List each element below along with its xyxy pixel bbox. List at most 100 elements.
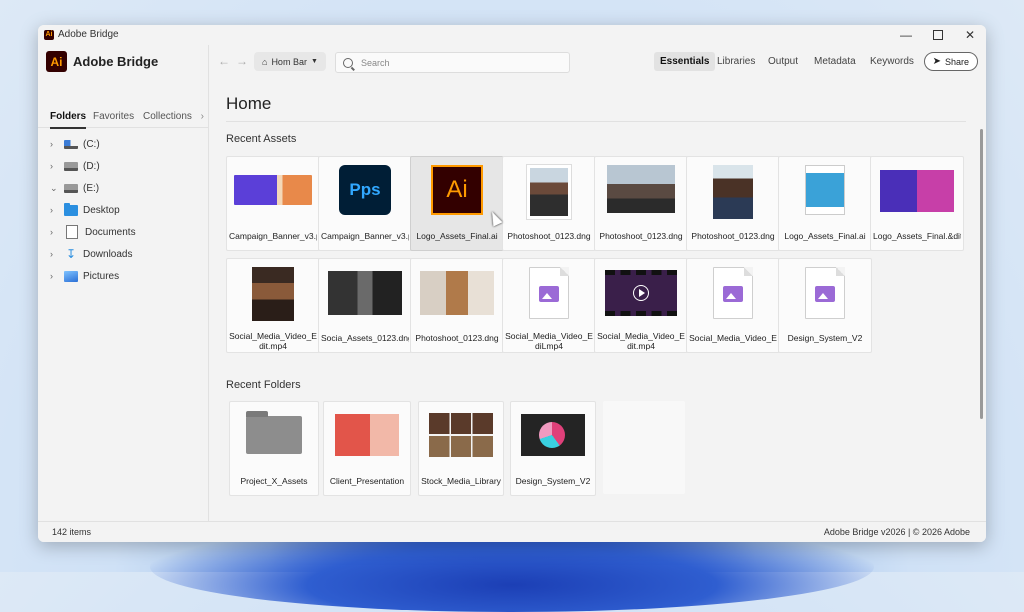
asset-name: Logo_Assets_Final.&dit [873,231,961,241]
brand-name: Adobe Bridge [73,54,159,69]
recent-assets-heading: Recent Assets [226,133,297,145]
maximize-button[interactable] [922,25,954,45]
breadcrumb[interactable]: ⌂ Hom Bar ▼ [254,52,326,71]
tab-favorites[interactable]: Favorites [93,111,134,122]
back-arrow-icon[interactable]: ← [218,54,230,68]
forward-arrow-icon[interactable]: → [236,54,248,68]
tree-item-documents[interactable]: › Documents [38,221,208,243]
asset-name: Campaign_Banner_v3.psd [229,231,317,241]
chevron-right-icon[interactable]: › [50,139,60,149]
asset-name: Photoshoot_0123.dng [507,231,591,241]
asset-card[interactable]: Social_Media_Video_Edit.mp4 [226,258,320,353]
asset-card[interactable]: Socia_Assets_0123.dng [318,258,412,353]
close-button[interactable]: ✕ [954,25,986,45]
window-title: Adobe Bridge [58,29,119,40]
title-bar: Ai Adobe Bridge — ✕ [38,25,986,45]
tree-item-c[interactable]: › (C:) [38,133,208,155]
tree-item-label: Documents [85,226,136,238]
divider [226,121,966,122]
asset-thumbnail [252,267,294,321]
asset-card[interactable]: Logo_Assets_Final.&dit [870,156,964,251]
tree-item-downloads[interactable]: › ↧ Downloads [38,243,208,265]
asset-thumbnail [607,165,675,213]
folder-thumbnail [521,414,585,456]
status-bar: 142 items Adobe Bridge v2026 | © 2026 Ad… [38,521,986,542]
asset-card[interactable]: Social_Media_Video_EdiLmp4 [502,258,596,353]
minimize-button[interactable]: — [890,25,922,45]
search-input[interactable] [359,56,563,69]
illustrator-file-icon: Ai [431,165,483,215]
asset-name: Photoshoot_0123.dng [691,231,775,241]
toolbar: ← → ⌂ Hom Bar ▼ Essentials Libraries Out… [208,45,986,79]
main-content: Home Recent Assets Campaign_Banner_v3.ps… [209,79,986,522]
tree-item-pictures[interactable]: › Pictures [38,265,208,287]
download-icon: ↧ [65,246,77,261]
asset-name: Photoshoot_0123.dng [599,231,683,241]
asset-card[interactable]: Design_System_V2 [778,258,872,353]
tree-item-label: (C:) [83,138,100,150]
tab-metadata[interactable]: Metadata [808,52,862,71]
folder-name: Stock_Media_Library [421,476,501,486]
asset-card[interactable]: Photoshoot_0123.dng [686,156,780,251]
folder-thumbnail [335,414,399,456]
asset-card[interactable]: Pps Campaign_Banner_v3.ps [318,156,412,251]
tab-libraries[interactable]: Libraries [711,52,761,71]
chevron-right-icon[interactable]: › [50,161,60,171]
folder-card[interactable]: Client_Presentation [323,401,411,496]
tab-output[interactable]: Output [762,52,804,71]
tab-essentials[interactable]: Essentials [654,52,716,71]
tab-keywords[interactable]: Keywords [864,52,920,71]
asset-thumbnail [234,175,312,205]
share-icon: ➤ [932,56,941,67]
sidebar-tabs: Folders Favorites Collections › [38,107,208,129]
play-icon [633,285,649,301]
photoshop-file-icon: Pps [339,165,391,215]
asset-card[interactable]: Social_Media_Video_E [686,258,780,353]
tree-item-e[interactable]: ⌄ (E:) [38,177,208,199]
app-window: Ai Adobe Bridge — ✕ Ai Adobe Bridge Fold… [38,25,986,542]
asset-thumbnail [805,165,845,215]
asset-card[interactable]: Photoshoot_0123.dng [410,258,504,353]
asset-card[interactable]: Photoshoot_0123.dng [594,156,688,251]
chevron-right-icon[interactable]: › [201,111,204,122]
asset-name: Social_Media_Video_Edit.mp4 [229,331,317,351]
tree-item-desktop[interactable]: › Desktop [38,199,208,221]
breadcrumb-label: Hom Bar [271,56,307,67]
folder-card[interactable]: Stock_Media_Library [418,401,504,496]
asset-card-selected[interactable]: Ai Logo_Assets_Final.ai [410,156,504,251]
asset-name: Social_Media_Video_E [689,333,777,343]
chevron-right-icon[interactable]: › [50,205,60,215]
asset-name: Logo_Assets_Final.ai [784,231,866,241]
share-button[interactable]: ➤ Share [923,52,978,71]
asset-card[interactable]: Campaign_Banner_v3.psd [226,156,320,251]
chevron-down-icon[interactable]: ⌄ [50,183,60,194]
app-small-icon: Ai [44,30,54,40]
asset-thumbnail [328,271,402,315]
asset-card[interactable]: Logo_Assets_Final.ai [778,156,872,251]
chevron-right-icon[interactable]: › [50,249,60,259]
asset-name: Social_Media_Video_EdiLmp4 [505,331,593,351]
asset-thumbnail [880,170,954,212]
scrollbar[interactable] [980,129,983,419]
tree-item-label: (E:) [83,182,100,194]
image-file-icon [805,267,845,319]
folder-card[interactable]: Design_System_V2 [510,401,596,496]
asset-thumbnail [527,165,571,219]
asset-name: Design_System_V2 [787,333,863,343]
asset-name: Logo_Assets_Final.ai [416,231,498,241]
tab-folders[interactable]: Folders [50,111,87,129]
tab-collections[interactable]: Collections [143,111,192,122]
asset-card[interactable]: Social_Media_Video_Edit.mp4 [594,258,688,353]
document-icon [66,225,78,239]
search-box [335,52,570,73]
folder-name: Design_System_V2 [515,476,591,486]
asset-card[interactable]: Photoshoot_0123.dng [502,156,596,251]
tree-item-d[interactable]: › (D:) [38,155,208,177]
drive-icon [64,161,78,171]
tree-item-label: Pictures [83,270,120,282]
chevron-right-icon[interactable]: › [50,227,60,237]
folder-card[interactable]: Project_X_Assets [229,401,319,496]
chevron-right-icon[interactable]: › [50,271,60,281]
folder-thumbnail [429,413,493,457]
asset-name: Socia_Assets_0123.dng [321,333,409,343]
